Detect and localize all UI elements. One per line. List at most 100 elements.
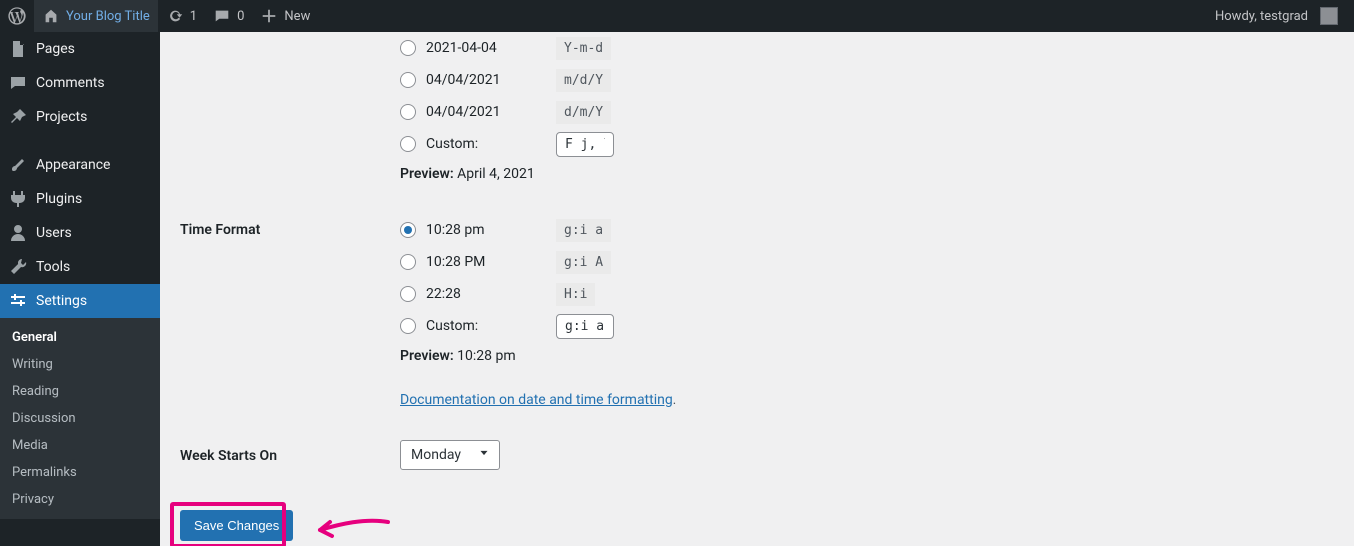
comments-link[interactable]: 0 bbox=[205, 0, 252, 32]
sidebar-item-plugins[interactable]: Plugins bbox=[0, 182, 160, 216]
settings-submenu: General Writing Reading Discussion Media… bbox=[0, 318, 160, 519]
date-preview: Preview: April 4, 2021 bbox=[400, 166, 1334, 182]
radio-input[interactable] bbox=[400, 318, 416, 334]
time-option-Hi[interactable]: 22:28 H:i bbox=[400, 278, 1334, 310]
plugin-icon bbox=[8, 189, 28, 209]
save-changes-button[interactable]: Save Changes bbox=[180, 510, 293, 541]
select-value: Monday bbox=[411, 447, 461, 463]
submenu-media[interactable]: Media bbox=[0, 432, 160, 459]
sidebar-item-label: Plugins bbox=[36, 191, 82, 207]
updates-link[interactable]: 1 bbox=[158, 0, 205, 32]
time-format-options: 10:28 pm g:i a 10:28 PM g:i A 22:28 H:i … bbox=[400, 214, 1334, 408]
radio-label: 22:28 bbox=[426, 286, 546, 302]
format-code: m/d/Y bbox=[556, 69, 611, 92]
save-area: Save Changes bbox=[180, 510, 293, 541]
submenu-discussion[interactable]: Discussion bbox=[0, 405, 160, 432]
time-custom-input[interactable] bbox=[556, 314, 614, 339]
howdy-text: Howdy, testgrad bbox=[1215, 9, 1308, 24]
wrench-icon bbox=[8, 257, 28, 277]
date-format-row: 2021-04-04 Y-m-d 04/04/2021 m/d/Y 04/04/… bbox=[180, 32, 1334, 182]
radio-input[interactable] bbox=[400, 104, 416, 120]
comments-count: 0 bbox=[237, 9, 244, 24]
sidebar-item-label: Projects bbox=[36, 109, 87, 125]
radio-label: 04/04/2021 bbox=[426, 104, 546, 120]
updates-icon bbox=[166, 7, 184, 25]
preview-value: April 4, 2021 bbox=[457, 166, 535, 182]
pin-icon bbox=[8, 107, 28, 127]
sidebar-item-tools[interactable]: Tools bbox=[0, 250, 160, 284]
week-start-select[interactable]: Monday bbox=[400, 440, 500, 470]
sidebar-item-pages[interactable]: Pages bbox=[0, 32, 160, 66]
week-start-heading: Week Starts On bbox=[180, 440, 400, 464]
radio-label: 2021-04-04 bbox=[426, 40, 546, 56]
radio-label: 10:28 PM bbox=[426, 254, 546, 270]
radio-label: Custom: bbox=[426, 318, 546, 334]
sliders-icon bbox=[8, 291, 28, 311]
home-icon bbox=[42, 7, 60, 25]
week-start-field: Monday bbox=[400, 440, 1334, 470]
preview-label: Preview: bbox=[400, 166, 454, 182]
radio-input[interactable] bbox=[400, 254, 416, 270]
radio-label: 04/04/2021 bbox=[426, 72, 546, 88]
datetime-doc-link[interactable]: Documentation on date and time formattin… bbox=[400, 392, 673, 408]
submenu-privacy[interactable]: Privacy bbox=[0, 486, 160, 513]
submenu-general[interactable]: General bbox=[0, 324, 160, 351]
date-format-options: 2021-04-04 Y-m-d 04/04/2021 m/d/Y 04/04/… bbox=[400, 32, 1334, 182]
submenu-permalinks[interactable]: Permalinks bbox=[0, 459, 160, 486]
submenu-writing[interactable]: Writing bbox=[0, 351, 160, 378]
format-code: g:i A bbox=[556, 251, 611, 274]
comments-icon bbox=[213, 7, 231, 25]
sidebar-item-comments[interactable]: Comments bbox=[0, 66, 160, 100]
sidebar-item-label: Users bbox=[36, 225, 72, 241]
comments-menu-icon bbox=[8, 73, 28, 93]
date-option-custom[interactable]: Custom: bbox=[400, 128, 1334, 160]
radio-input[interactable] bbox=[400, 136, 416, 152]
my-account-link[interactable]: Howdy, testgrad bbox=[1207, 0, 1346, 32]
new-content-link[interactable]: New bbox=[252, 0, 318, 32]
date-option-ymd[interactable]: 2021-04-04 Y-m-d bbox=[400, 32, 1334, 64]
user-icon bbox=[8, 223, 28, 243]
radio-input[interactable] bbox=[400, 72, 416, 88]
sidebar-item-projects[interactable]: Projects bbox=[0, 100, 160, 134]
admin-sidebar: Pages Comments Projects Appearance Plugi… bbox=[0, 32, 160, 546]
preview-value: 10:28 pm bbox=[457, 348, 515, 364]
radio-input[interactable] bbox=[400, 222, 416, 238]
sidebar-item-appearance[interactable]: Appearance bbox=[0, 148, 160, 182]
time-option-gia[interactable]: 10:28 pm g:i a bbox=[400, 214, 1334, 246]
sidebar-item-label: Comments bbox=[36, 75, 105, 91]
time-option-custom[interactable]: Custom: bbox=[400, 310, 1334, 342]
time-option-giA[interactable]: 10:28 PM g:i A bbox=[400, 246, 1334, 278]
site-title: Your Blog Title bbox=[66, 9, 150, 24]
radio-input[interactable] bbox=[400, 40, 416, 56]
menu-separator bbox=[0, 134, 160, 148]
doc-suffix: . bbox=[673, 393, 676, 408]
sidebar-item-users[interactable]: Users bbox=[0, 216, 160, 250]
site-home-link[interactable]: Your Blog Title bbox=[34, 0, 158, 32]
preview-label: Preview: bbox=[400, 348, 454, 364]
new-label: New bbox=[284, 9, 310, 24]
sidebar-item-label: Appearance bbox=[36, 157, 110, 173]
avatar bbox=[1320, 7, 1338, 25]
adminbar-left: Your Blog Title 1 0 New bbox=[0, 0, 318, 32]
submenu-reading[interactable]: Reading bbox=[0, 378, 160, 405]
date-custom-input[interactable] bbox=[556, 132, 614, 157]
radio-input[interactable] bbox=[400, 286, 416, 302]
date-option-mdy[interactable]: 04/04/2021 m/d/Y bbox=[400, 64, 1334, 96]
sidebar-item-label: Settings bbox=[36, 293, 87, 309]
content-area: 2021-04-04 Y-m-d 04/04/2021 m/d/Y 04/04/… bbox=[160, 32, 1354, 546]
format-code: H:i bbox=[556, 283, 595, 306]
date-format-heading-hidden bbox=[180, 32, 400, 40]
chevron-down-icon bbox=[477, 446, 491, 464]
adminbar-right: Howdy, testgrad bbox=[1207, 0, 1354, 32]
format-code: d/m/Y bbox=[556, 101, 611, 124]
plus-icon bbox=[260, 7, 278, 25]
updates-count: 1 bbox=[190, 9, 197, 24]
wp-logo-menu[interactable] bbox=[0, 0, 34, 32]
time-format-heading: Time Format bbox=[180, 214, 400, 238]
format-code: Y-m-d bbox=[556, 37, 611, 60]
date-option-dmy[interactable]: 04/04/2021 d/m/Y bbox=[400, 96, 1334, 128]
brush-icon bbox=[8, 155, 28, 175]
radio-label: Custom: bbox=[426, 136, 546, 152]
sidebar-item-settings[interactable]: Settings bbox=[0, 284, 160, 318]
admin-bar: Your Blog Title 1 0 New Howdy, testgrad bbox=[0, 0, 1354, 32]
